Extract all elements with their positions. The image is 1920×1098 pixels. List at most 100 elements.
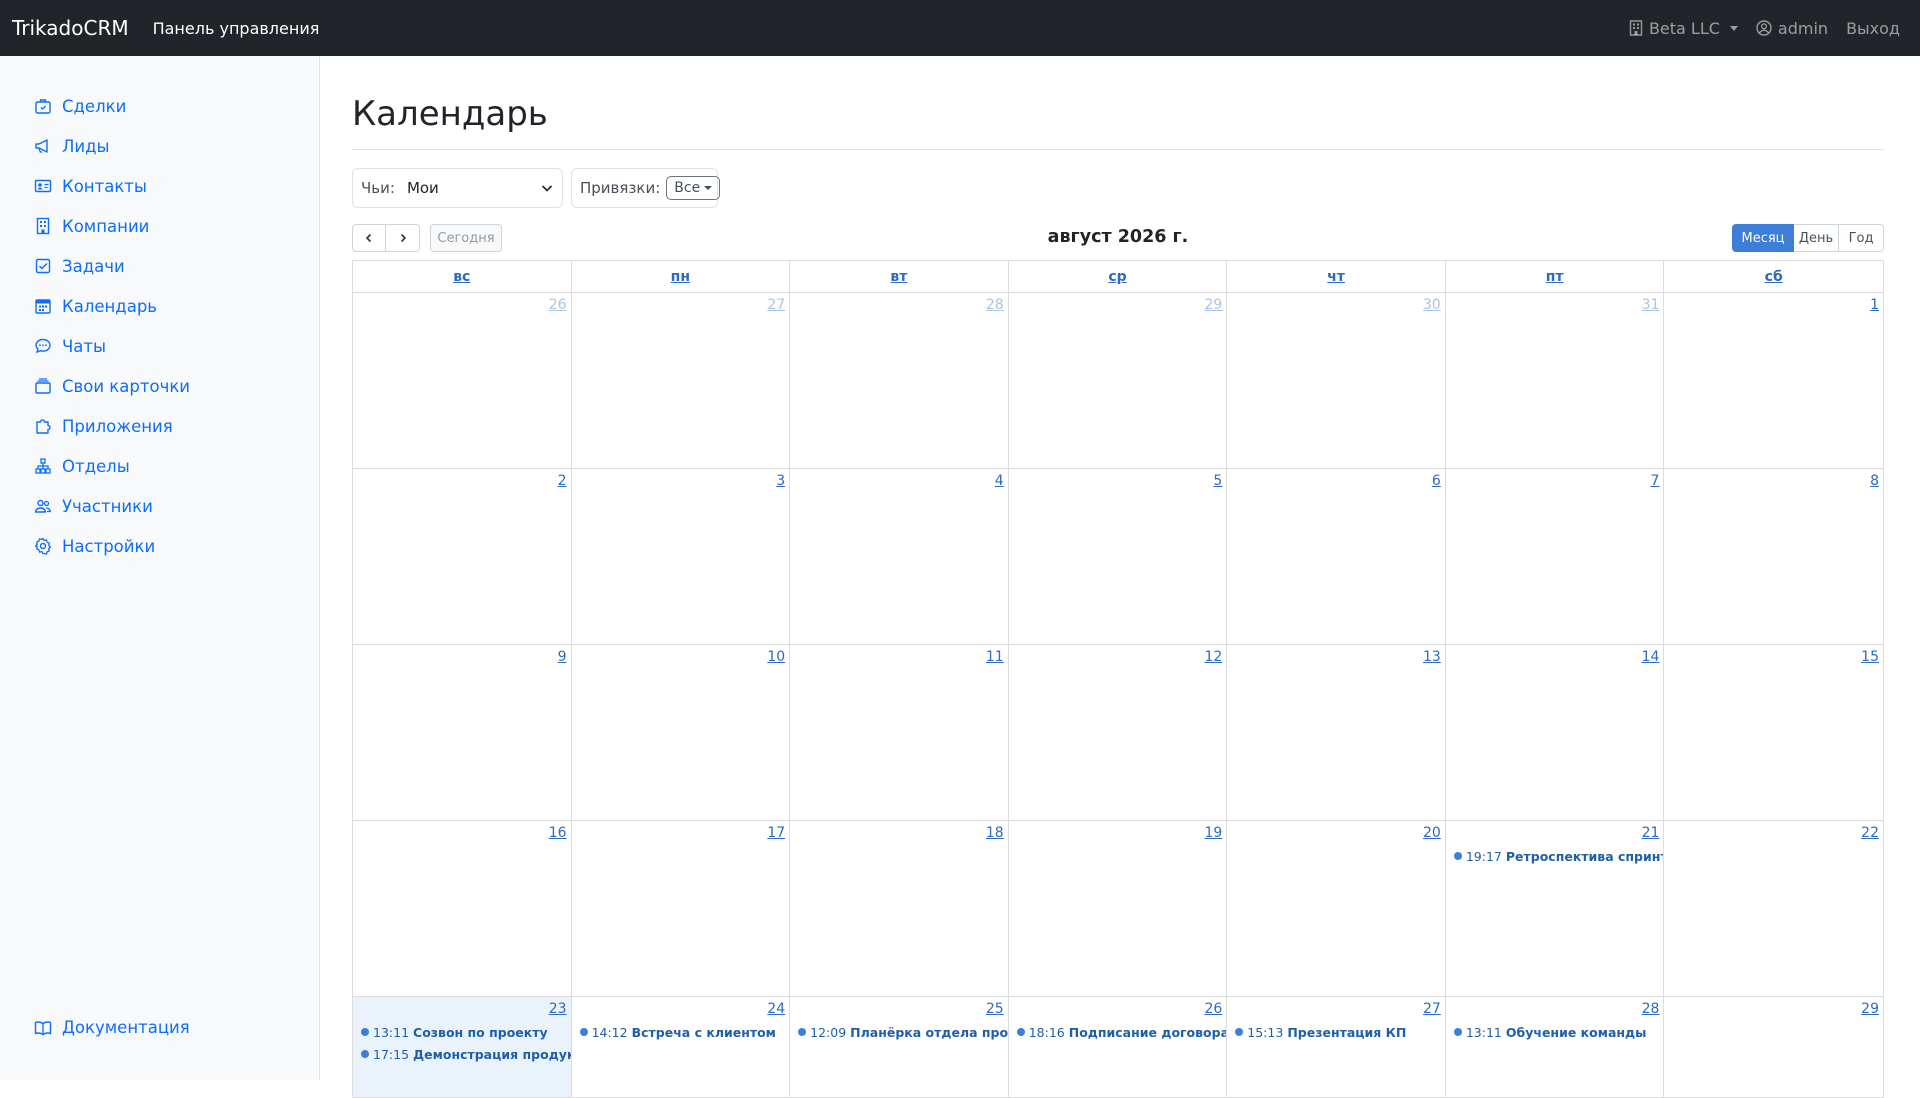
calendar-day-cell[interactable]: 6	[1227, 469, 1446, 644]
calendar-event[interactable]: 13:11 Созвон по проекту	[353, 1021, 571, 1043]
day-number-link[interactable]: 22	[1664, 825, 1883, 845]
calendar-day-cell[interactable]: 3	[572, 469, 791, 644]
day-number-link[interactable]: 2	[353, 473, 571, 493]
calendar-day-cell[interactable]: 27	[572, 293, 791, 468]
weekday-header-cell[interactable]: пт	[1446, 261, 1665, 292]
day-number-link[interactable]: 18	[790, 825, 1008, 845]
sidebar-item-leads[interactable]: Лиды	[34, 126, 190, 166]
calendar-day-cell[interactable]: 29	[1664, 997, 1883, 1097]
calendar-event[interactable]: 14:12 Встреча с клиентом	[572, 1021, 790, 1043]
next-month-button[interactable]	[386, 224, 420, 252]
weekday-header-cell[interactable]: сб	[1664, 261, 1883, 292]
day-number-link[interactable]: 11	[790, 649, 1008, 669]
day-number-link[interactable]: 13	[1227, 649, 1445, 669]
day-number-link[interactable]: 5	[1009, 473, 1227, 493]
day-number-link[interactable]: 10	[572, 649, 790, 669]
sidebar-item-calendar[interactable]: Календарь	[34, 286, 190, 326]
day-number-link[interactable]: 26	[1009, 1001, 1227, 1021]
calendar-day-cell[interactable]: 20	[1227, 821, 1446, 996]
sidebar-item-apps[interactable]: Приложения	[34, 406, 190, 446]
view-day-button[interactable]: День	[1794, 224, 1839, 252]
sidebar-item-deals[interactable]: Сделки	[34, 86, 190, 126]
day-number-link[interactable]: 27	[572, 297, 790, 317]
day-number-link[interactable]: 12	[1009, 649, 1227, 669]
day-number-link[interactable]: 27	[1227, 1001, 1445, 1021]
day-number-link[interactable]: 14	[1446, 649, 1664, 669]
calendar-day-cell[interactable]: 10	[572, 645, 791, 820]
brand-logo[interactable]: TrikadoCRM	[12, 16, 129, 40]
day-number-link[interactable]: 28	[790, 297, 1008, 317]
calendar-day-cell[interactable]: 1	[1664, 293, 1883, 468]
calendar-event[interactable]: 18:16 Подписание договора	[1009, 1021, 1226, 1043]
day-number-link[interactable]: 31	[1446, 297, 1664, 317]
calendar-day-cell[interactable]: 21 19:17 Ретроспектива спринта	[1446, 821, 1665, 996]
day-number-link[interactable]: 24	[572, 1001, 790, 1021]
calendar-event[interactable]: 15:13 Презентация КП	[1227, 1021, 1445, 1043]
user-menu[interactable]: admin	[1756, 19, 1828, 38]
today-button[interactable]: Сегодня	[430, 224, 502, 252]
day-number-link[interactable]: 21	[1446, 825, 1664, 845]
sidebar-item-tasks[interactable]: Задачи	[34, 246, 190, 286]
owner-select[interactable]: Мои	[407, 179, 554, 197]
calendar-day-cell[interactable]: 16	[353, 821, 572, 996]
calendar-day-cell[interactable]: 26	[353, 293, 572, 468]
sidebar-item-departments[interactable]: Отделы	[34, 446, 190, 486]
weekday-header-cell[interactable]: вт	[790, 261, 1009, 292]
view-year-button[interactable]: Год	[1839, 224, 1884, 252]
sidebar-item-contacts[interactable]: Контакты	[34, 166, 190, 206]
calendar-day-cell[interactable]: 19	[1009, 821, 1228, 996]
sidebar-item-chats[interactable]: Чаты	[34, 326, 190, 366]
company-switcher[interactable]: Beta LLC	[1629, 19, 1738, 38]
day-number-link[interactable]: 15	[1664, 649, 1883, 669]
calendar-day-cell[interactable]: 28 13:11 Обучение команды	[1446, 997, 1665, 1097]
calendar-day-cell[interactable]: 8	[1664, 469, 1883, 644]
day-number-link[interactable]: 28	[1446, 1001, 1664, 1021]
day-number-link[interactable]: 26	[353, 297, 571, 317]
weekday-header-cell[interactable]: ср	[1009, 261, 1228, 292]
day-number-link[interactable]: 29	[1664, 1001, 1883, 1021]
documentation-link[interactable]: Документация	[34, 1018, 190, 1037]
day-number-link[interactable]: 17	[572, 825, 790, 845]
day-number-link[interactable]: 30	[1227, 297, 1445, 317]
view-month-button[interactable]: Месяц	[1732, 224, 1794, 252]
day-number-link[interactable]: 8	[1664, 473, 1883, 493]
calendar-day-cell[interactable]: 29	[1009, 293, 1228, 468]
calendar-day-cell[interactable]: 9	[353, 645, 572, 820]
sidebar-item-members[interactable]: Участники	[34, 486, 190, 526]
day-number-link[interactable]: 4	[790, 473, 1008, 493]
calendar-day-cell[interactable]: 18	[790, 821, 1009, 996]
day-number-link[interactable]: 23	[353, 1001, 571, 1021]
calendar-day-cell[interactable]: 5	[1009, 469, 1228, 644]
weekday-header-cell[interactable]: пн	[572, 261, 791, 292]
calendar-day-cell[interactable]: 31	[1446, 293, 1665, 468]
logout-link[interactable]: Выход	[1846, 19, 1900, 38]
dashboard-link[interactable]: Панель управления	[153, 19, 320, 38]
day-number-link[interactable]: 25	[790, 1001, 1008, 1021]
calendar-day-cell[interactable]: 27 15:13 Презентация КП	[1227, 997, 1446, 1097]
binding-dropdown-button[interactable]: Все	[666, 176, 721, 200]
prev-month-button[interactable]	[352, 224, 386, 252]
calendar-event[interactable]: 17:15Демонстрация продукта	[353, 1043, 571, 1065]
sidebar-item-custom-cards[interactable]: Свои карточки	[34, 366, 190, 406]
calendar-day-cell[interactable]: 22	[1664, 821, 1883, 996]
calendar-day-cell[interactable]: 23 13:11 Созвон по проекту 17:15 Демонстраци…	[353, 997, 572, 1097]
day-number-link[interactable]: 9	[353, 649, 571, 669]
calendar-day-cell[interactable]: 26 18:16 Подписание договора	[1009, 997, 1228, 1097]
calendar-event[interactable]: 12:09Планёрка отдела продаж	[790, 1021, 1008, 1043]
calendar-day-cell[interactable]: 14	[1446, 645, 1665, 820]
calendar-day-cell[interactable]: 2	[353, 469, 572, 644]
calendar-day-cell[interactable]: 4	[790, 469, 1009, 644]
day-number-link[interactable]: 3	[572, 473, 790, 493]
calendar-day-cell[interactable]: 24 14:12 Встреча с клиентом	[572, 997, 791, 1097]
calendar-event[interactable]: 19:17 Ретроспектива спринта	[1446, 845, 1663, 867]
day-number-link[interactable]: 7	[1446, 473, 1664, 493]
calendar-day-cell[interactable]: 2512:09Планёрка отдела продаж	[790, 997, 1009, 1097]
day-number-link[interactable]: 29	[1009, 297, 1227, 317]
calendar-event[interactable]: 13:11 Обучение команды	[1446, 1021, 1664, 1043]
calendar-day-cell[interactable]: 17	[572, 821, 791, 996]
weekday-header-cell[interactable]: чт	[1227, 261, 1446, 292]
calendar-day-cell[interactable]: 15	[1664, 645, 1883, 820]
calendar-day-cell[interactable]: 13	[1227, 645, 1446, 820]
weekday-header-cell[interactable]: вс	[353, 261, 572, 292]
sidebar-item-settings[interactable]: Настройки	[34, 526, 190, 566]
